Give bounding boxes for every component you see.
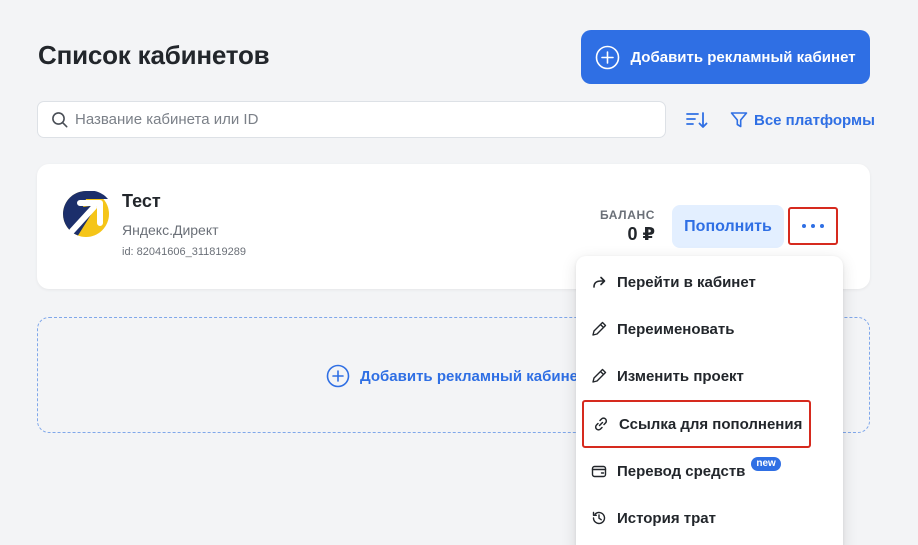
plus-circle-icon (595, 45, 620, 70)
pencil-icon (591, 368, 607, 384)
sort-button[interactable] (685, 108, 709, 132)
add-account-inline-label: Добавить рекламный кабинет (360, 367, 586, 385)
dot-icon (820, 224, 824, 228)
dot-icon (802, 224, 806, 228)
menu-item-label: История трат (617, 509, 716, 527)
menu-item-label: Ссылка для пополнения (619, 415, 803, 433)
menu-item-change-project[interactable]: Изменить проект (576, 356, 843, 396)
more-options-button[interactable] (788, 207, 838, 245)
pencil-icon (591, 321, 607, 337)
page-title: Список кабинетов (38, 40, 270, 70)
menu-item-rename[interactable]: Переименовать (576, 309, 843, 349)
balance-value: 0 ₽ (627, 224, 655, 244)
yandex-direct-logo (63, 190, 109, 237)
new-badge: new (751, 457, 781, 471)
balance-label: БАЛАНС (600, 208, 655, 222)
sort-icon (685, 108, 709, 132)
add-account-button[interactable]: Добавить рекламный кабинет (581, 30, 870, 84)
history-icon (591, 510, 607, 526)
search-box[interactable] (37, 101, 666, 138)
link-icon (593, 416, 609, 432)
add-account-label: Добавить рекламный кабинет (630, 48, 856, 66)
menu-item-label: Перейти в кабинет (617, 273, 756, 291)
filter-icon (730, 111, 748, 129)
search-icon (51, 111, 69, 129)
menu-item-label: Перевод средств (617, 462, 746, 480)
wallet-icon (591, 463, 607, 479)
topup-button[interactable]: Пополнить (672, 205, 784, 248)
search-input[interactable] (75, 111, 635, 128)
account-platform: Яндекс.Директ (122, 222, 219, 238)
menu-item-label: Переименовать (617, 320, 735, 338)
menu-item-label: Изменить проект (617, 367, 744, 385)
menu-item-topup-link[interactable]: Ссылка для пополнения (582, 400, 811, 448)
dot-icon (811, 224, 815, 228)
platform-filter-label: Все платформы (754, 111, 875, 129)
add-account-inline-button[interactable]: Добавить рекламный кабинет (326, 363, 585, 389)
menu-item-open-account[interactable]: Перейти в кабинет (576, 262, 843, 302)
share-arrow-icon (591, 274, 607, 290)
account-context-menu: Перейти в кабинет Переименовать Изменить… (576, 256, 843, 545)
account-id: id: 82041606_311819289 (122, 246, 246, 258)
menu-item-transfer[interactable]: Перевод средств new (576, 451, 843, 491)
plus-circle-icon (326, 364, 350, 388)
menu-item-spending-history[interactable]: История трат (576, 498, 843, 538)
platform-filter-button[interactable]: Все платформы (730, 108, 875, 132)
account-name: Тест (122, 191, 161, 211)
